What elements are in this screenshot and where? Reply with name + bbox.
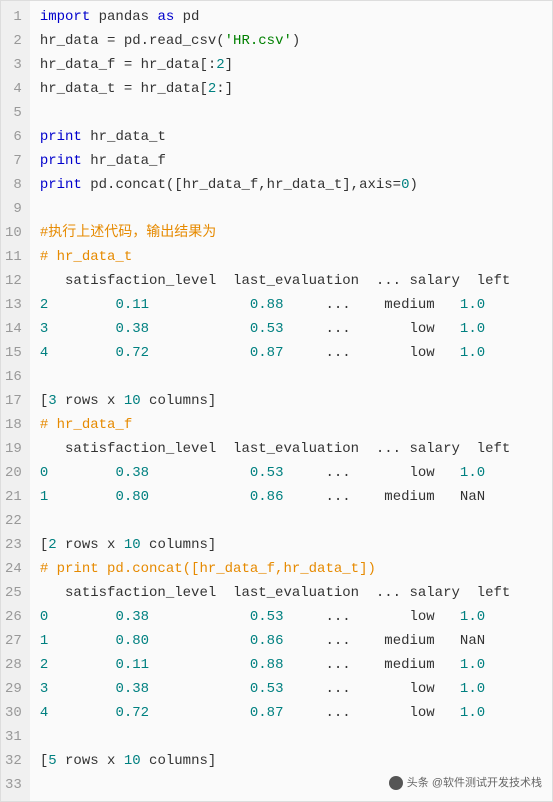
code-line: hr_data = pd.read_csv('HR.csv') <box>40 29 552 53</box>
line-number: 30 <box>5 701 22 725</box>
avatar-icon <box>389 776 403 790</box>
code-line: 2 0.11 0.88 ... medium 1.0 <box>40 293 552 317</box>
code-line: 1 0.80 0.86 ... medium NaN <box>40 485 552 509</box>
line-number: 28 <box>5 653 22 677</box>
line-number: 4 <box>5 77 22 101</box>
line-number: 7 <box>5 149 22 173</box>
code-line: 2 0.11 0.88 ... medium 1.0 <box>40 653 552 677</box>
code-line: 0 0.38 0.53 ... low 1.0 <box>40 605 552 629</box>
code-editor: 1234567891011121314151617181920212223242… <box>1 1 552 801</box>
code-line: hr_data_t = hr_data[2:] <box>40 77 552 101</box>
line-number-gutter: 1234567891011121314151617181920212223242… <box>1 1 30 801</box>
code-line: 1 0.80 0.86 ... medium NaN <box>40 629 552 653</box>
line-number: 31 <box>5 725 22 749</box>
code-line: hr_data_f = hr_data[:2] <box>40 53 552 77</box>
line-number: 14 <box>5 317 22 341</box>
code-line: 3 0.38 0.53 ... low 1.0 <box>40 317 552 341</box>
line-number: 17 <box>5 389 22 413</box>
line-number: 32 <box>5 749 22 773</box>
code-line: 4 0.72 0.87 ... low 1.0 <box>40 701 552 725</box>
code-line: import pandas as pd <box>40 5 552 29</box>
code-line: [5 rows x 10 columns] <box>40 749 552 773</box>
code-line: satisfaction_level last_evaluation ... s… <box>40 581 552 605</box>
code-line: # hr_data_f <box>40 413 552 437</box>
line-number: 15 <box>5 341 22 365</box>
line-number: 8 <box>5 173 22 197</box>
line-number: 25 <box>5 581 22 605</box>
line-number: 3 <box>5 53 22 77</box>
line-number: 5 <box>5 101 22 125</box>
line-number: 24 <box>5 557 22 581</box>
code-line <box>40 509 552 533</box>
line-number: 33 <box>5 773 22 797</box>
line-number: 29 <box>5 677 22 701</box>
code-line: print pd.concat([hr_data_f,hr_data_t],ax… <box>40 173 552 197</box>
code-line: [3 rows x 10 columns] <box>40 389 552 413</box>
line-number: 1 <box>5 5 22 29</box>
line-number: 19 <box>5 437 22 461</box>
line-number: 2 <box>5 29 22 53</box>
code-line: 4 0.72 0.87 ... low 1.0 <box>40 341 552 365</box>
watermark-text: 头条 @软件测试开发技术栈 <box>407 777 542 789</box>
line-number: 20 <box>5 461 22 485</box>
line-number: 23 <box>5 533 22 557</box>
code-line: print hr_data_t <box>40 125 552 149</box>
code-line <box>40 197 552 221</box>
code-line: #执行上述代码，输出结果为 <box>40 221 552 245</box>
code-line <box>40 365 552 389</box>
code-line <box>40 101 552 125</box>
line-number: 27 <box>5 629 22 653</box>
code-line: print hr_data_f <box>40 149 552 173</box>
line-number: 26 <box>5 605 22 629</box>
code-line: [2 rows x 10 columns] <box>40 533 552 557</box>
line-number: 13 <box>5 293 22 317</box>
code-line: satisfaction_level last_evaluation ... s… <box>40 437 552 461</box>
line-number: 16 <box>5 365 22 389</box>
code-line <box>40 725 552 749</box>
code-line: 3 0.38 0.53 ... low 1.0 <box>40 677 552 701</box>
code-line: satisfaction_level last_evaluation ... s… <box>40 269 552 293</box>
line-number: 11 <box>5 245 22 269</box>
line-number: 10 <box>5 221 22 245</box>
line-number: 22 <box>5 509 22 533</box>
line-number: 6 <box>5 125 22 149</box>
code-line: # hr_data_t <box>40 245 552 269</box>
code-line: 0 0.38 0.53 ... low 1.0 <box>40 461 552 485</box>
code-line: # print pd.concat([hr_data_f,hr_data_t]) <box>40 557 552 581</box>
line-number: 21 <box>5 485 22 509</box>
line-number: 9 <box>5 197 22 221</box>
watermark: 头条 @软件测试开发技术栈 <box>389 774 542 793</box>
line-number: 12 <box>5 269 22 293</box>
line-number: 18 <box>5 413 22 437</box>
code-content: import pandas as pdhr_data = pd.read_csv… <box>30 1 552 801</box>
